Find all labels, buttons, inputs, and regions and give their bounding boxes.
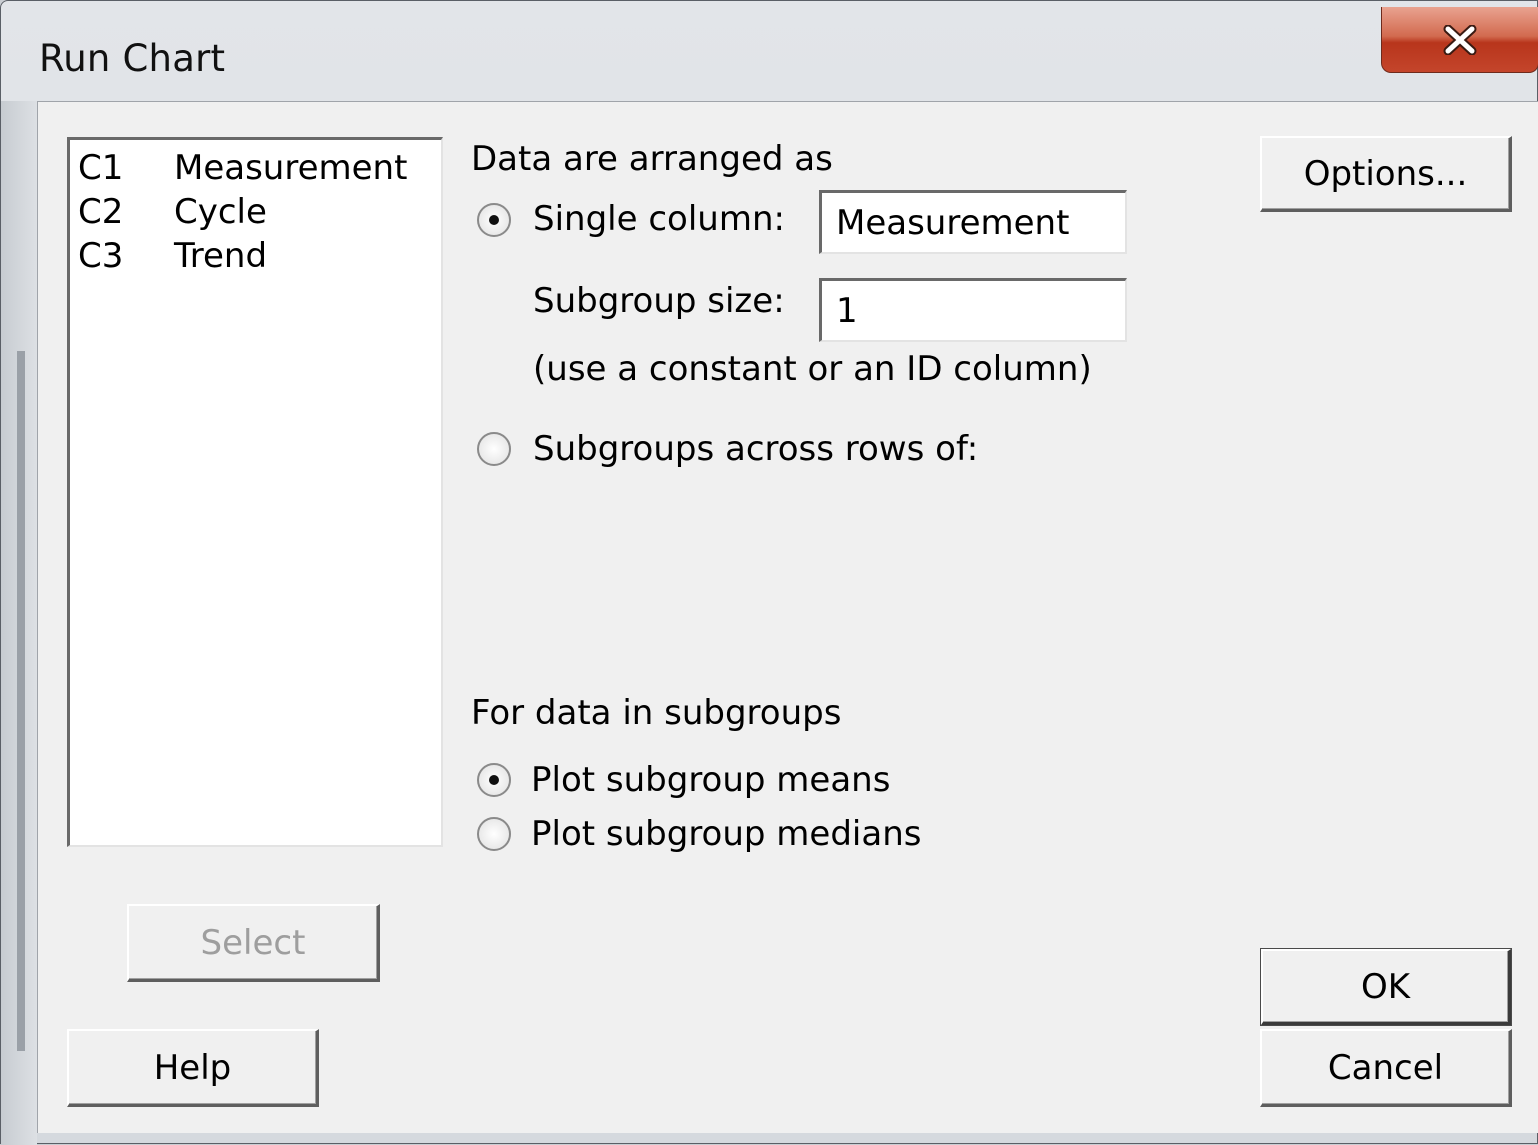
list-item[interactable]: C2 Cycle — [78, 190, 438, 234]
single-column-radio[interactable] — [477, 203, 511, 237]
close-button[interactable] — [1381, 7, 1538, 73]
single-column-label: Single column: — [533, 199, 785, 239]
cancel-button[interactable]: Cancel — [1260, 1029, 1512, 1107]
select-button[interactable]: Select — [127, 904, 380, 982]
subgroups-across-rows-label: Subgroups across rows of: — [533, 429, 979, 469]
plot-means-radio[interactable] — [477, 763, 511, 797]
subgroup-size-hint: (use a constant or an ID column) — [533, 349, 1092, 389]
list-item[interactable]: C3 Trend — [78, 234, 438, 278]
column-name: Cycle — [174, 192, 267, 232]
plot-means-label: Plot subgroup means — [531, 760, 891, 800]
single-column-input[interactable]: Measurement — [819, 190, 1127, 254]
list-item[interactable]: C1 Measurement — [78, 146, 438, 190]
run-chart-dialog: Run Chart C1 Measurement C2 Cycle C3 Tre… — [0, 0, 1538, 1145]
help-button[interactable]: Help — [67, 1029, 319, 1107]
column-name: Trend — [174, 236, 268, 276]
subgroup-size-value: 1 — [836, 290, 858, 331]
subgroup-size-input[interactable]: 1 — [819, 278, 1127, 342]
variables-list[interactable]: C1 Measurement C2 Cycle C3 Trend — [67, 137, 443, 847]
single-column-value: Measurement — [836, 202, 1070, 243]
plot-medians-radio[interactable] — [477, 817, 511, 851]
options-button[interactable]: Options... — [1260, 136, 1512, 212]
column-id: C2 — [78, 192, 124, 232]
plot-medians-label: Plot subgroup medians — [531, 814, 922, 854]
subgroups-heading: For data in subgroups — [471, 693, 842, 733]
subgroups-across-rows-radio[interactable] — [477, 432, 511, 466]
column-name: Measurement — [174, 148, 408, 188]
arrangement-heading: Data are arranged as — [471, 139, 833, 179]
window-title: Run Chart — [39, 37, 226, 80]
close-x-icon — [1442, 24, 1478, 55]
window-frame-left — [1, 101, 37, 1145]
ok-button[interactable]: OK — [1260, 948, 1512, 1026]
subgroup-size-label: Subgroup size: — [533, 281, 785, 321]
column-id: C3 — [78, 236, 124, 276]
column-id: C1 — [78, 148, 124, 188]
